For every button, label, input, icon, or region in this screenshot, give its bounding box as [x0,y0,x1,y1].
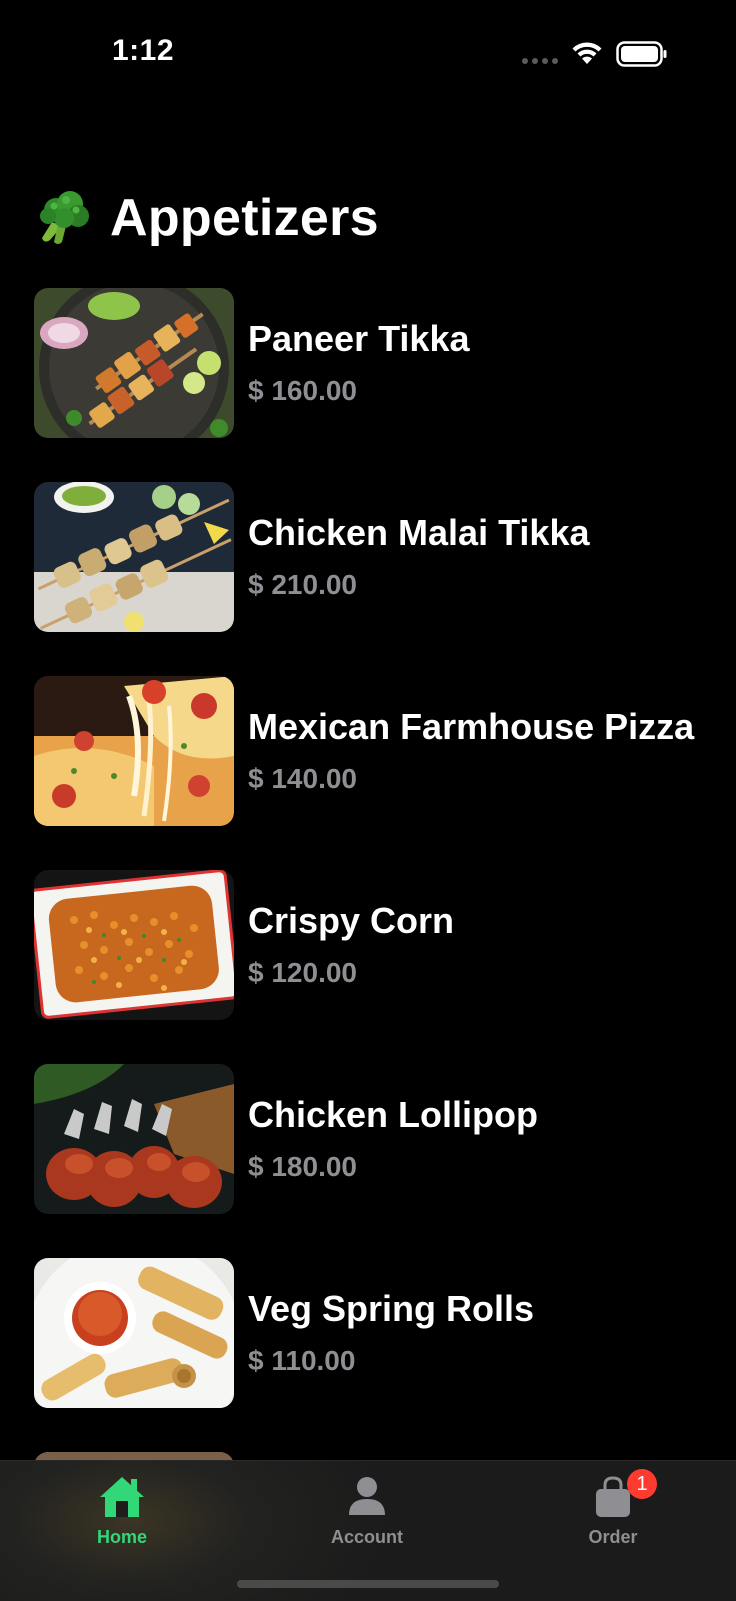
section-title: Appetizers [110,189,379,247]
item-name: Chicken Lollipop [248,1094,539,1135]
tab-account[interactable]: Account [287,1461,447,1561]
menu-item-paneer-tikka[interactable]: Paneer Tikka $ 160.00 [34,288,724,438]
item-name: Paneer Tikka [248,318,470,359]
veg-spring-rolls-image [34,1258,234,1408]
status-time: 1:12 [112,34,175,67]
menu-item-crispy-corn[interactable]: Crispy Corn $ 120.00 [34,870,724,1020]
tab-home[interactable]: Home [42,1461,202,1561]
item-name: Mexican Farmhouse Pizza [248,706,695,747]
menu-item-chicken-lollipop[interactable]: Chicken Lollipop $ 180.00 [34,1064,724,1214]
menu-item-partial[interactable] [34,1452,724,1460]
order-count-badge: 1 [627,1469,657,1499]
item-price: $ 120.00 [248,957,357,988]
crispy-corn-image [34,870,234,1020]
chicken-malai-tikka-image [34,482,234,632]
wifi-icon [572,42,602,64]
item-price: $ 160.00 [248,375,357,406]
tab-account-label: Account [331,1527,403,1547]
item-name: Crispy Corn [248,900,455,941]
broccoli-icon [40,191,89,244]
status-bar: 1:12 [0,0,736,110]
battery-icon [616,41,667,67]
item-price: $ 140.00 [248,763,357,794]
home-icon [100,1477,144,1517]
item-price: $ 110.00 [248,1345,356,1376]
item-price: $ 180.00 [248,1151,357,1182]
item-price: $ 210.00 [248,569,357,600]
menu-list[interactable]: Paneer Tikka $ 160.00 Chicken Malai Tikk… [34,288,724,1460]
menu-item-veg-spring-rolls[interactable]: Veg Spring Rolls $ 110.00 [34,1258,724,1408]
person-icon [349,1477,385,1515]
item-name: Veg Spring Rolls [248,1288,535,1329]
menu-item-image [34,1452,234,1460]
home-indicator [237,1580,499,1588]
item-name: Chicken Malai Tikka [248,512,590,553]
paneer-tikka-image [34,288,234,438]
chicken-lollipop-image [34,1064,234,1214]
mexican-farmhouse-pizza-image [34,676,234,826]
tab-order[interactable]: Order 1 [533,1461,693,1561]
cellular-signal-icon [522,58,558,64]
tab-order-label: Order [588,1527,638,1547]
menu-item-chicken-malai-tikka[interactable]: Chicken Malai Tikka $ 210.00 [34,482,724,632]
section-header: Appetizers [34,186,379,250]
tab-home-label: Home [96,1527,147,1547]
menu-item-mexican-farmhouse-pizza[interactable]: Mexican Farmhouse Pizza $ 140.00 [34,676,724,826]
